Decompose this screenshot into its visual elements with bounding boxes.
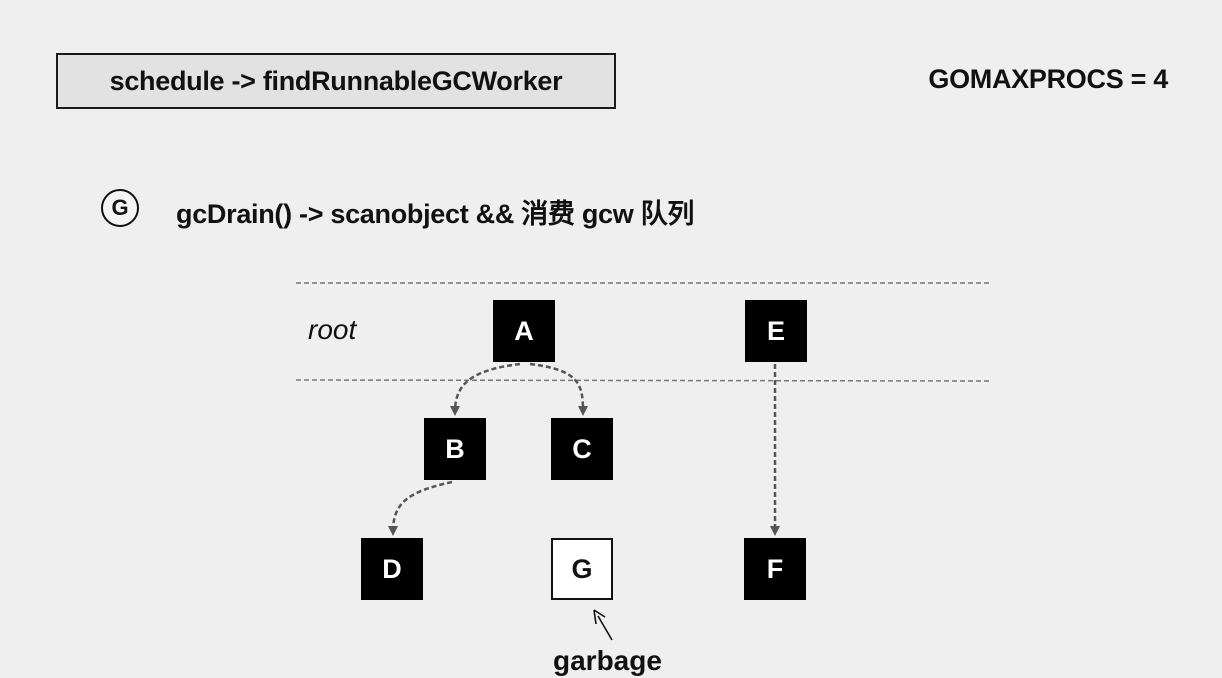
edge-a-to-b [450,362,521,416]
node-d: D [361,538,423,600]
root-label: root [308,314,357,345]
node-g-garbage: G [551,538,613,600]
edge-a-to-c [529,362,588,416]
garbage-label: garbage [553,645,662,676]
node-a: A [493,300,555,362]
node-e: E [745,300,807,362]
node-c: C [551,418,613,480]
node-f: F [744,538,806,600]
garbage-pointer-arrow [597,615,613,641]
root-boundary-bottom [295,379,992,382]
node-b: B [424,418,486,480]
slide: schedule -> findRunnableGCWorker GOMAXPR… [0,0,1222,678]
edge-b-to-d [388,480,453,536]
